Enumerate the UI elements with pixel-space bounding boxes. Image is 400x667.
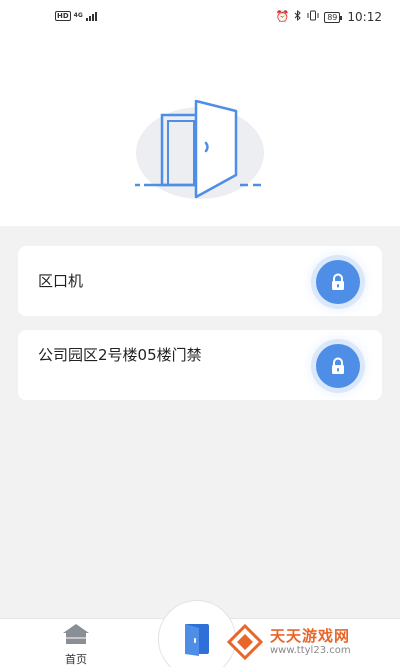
nav-home[interactable]: 首页 [46, 623, 106, 667]
door-icon [185, 624, 209, 656]
door-name: 区口机 [38, 272, 84, 290]
lock-icon [332, 357, 344, 374]
door-card[interactable]: 区口机 [18, 246, 382, 316]
status-bar: HD 4G ⏰ 89 10:12 [0, 0, 400, 36]
clock: 10:12 [347, 10, 382, 24]
battery-icon: 89 [324, 11, 343, 23]
hd-indicator: HD [55, 11, 71, 21]
open-door-illustration [135, 99, 264, 199]
watermark-logo [226, 623, 264, 661]
bluetooth-icon [294, 9, 302, 24]
nav-home-label: 首页 [65, 653, 87, 666]
watermark: 天天游戏网 www.ttyl23.com [226, 620, 396, 664]
watermark-url: www.ttyl23.com [270, 645, 351, 656]
hero-section [0, 36, 400, 226]
alarm-icon: ⏰ [275, 10, 290, 23]
home-icon [63, 624, 89, 644]
unlock-button[interactable] [316, 260, 360, 304]
signal-icon [85, 11, 97, 21]
lock-icon [332, 273, 344, 290]
vibrate-icon [307, 10, 319, 24]
open-door-button[interactable] [158, 600, 236, 667]
status-right: ⏰ 89 10:12 [275, 9, 382, 24]
watermark-title: 天天游戏网 [270, 627, 351, 645]
network-type: 4G [73, 12, 83, 19]
door-card[interactable]: 公司园区2号楼05楼门禁 [18, 330, 382, 400]
door-name: 公司园区2号楼05楼门禁 [38, 346, 202, 364]
status-left: HD 4G [55, 11, 97, 21]
unlock-button[interactable] [316, 344, 360, 388]
